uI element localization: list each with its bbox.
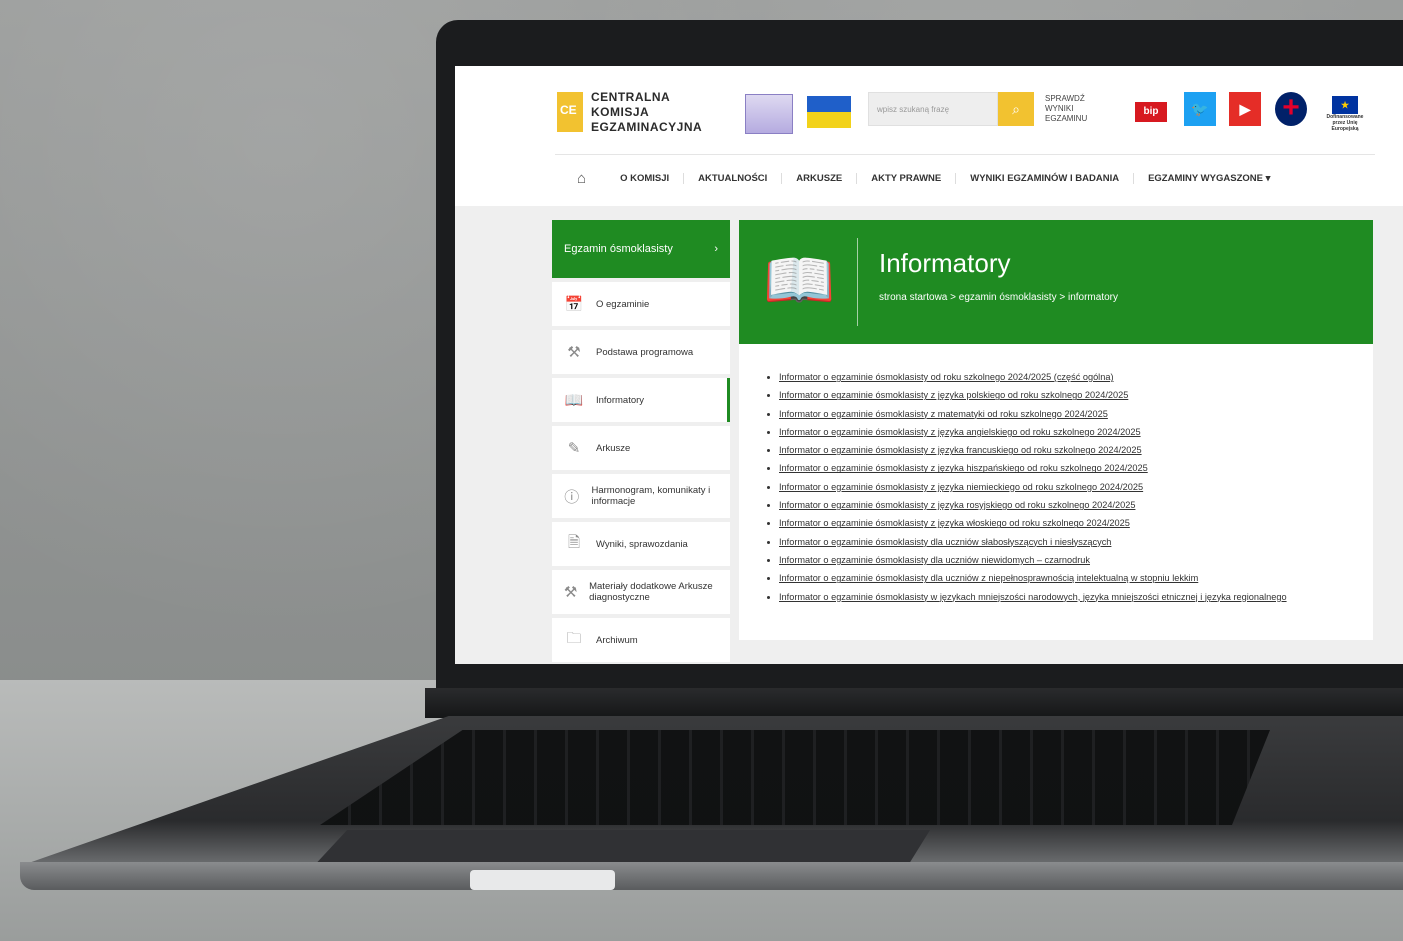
archive-icon: 🗀 (566, 629, 582, 647)
partner-badge-icon[interactable] (745, 94, 793, 134)
list-item[interactable]: Informator o egzaminie ósmoklasisty z ję… (779, 478, 1287, 496)
list-item[interactable]: Informator o egzaminie ósmoklasisty dla … (779, 533, 1287, 551)
sidebar-item-informatory[interactable]: 📖 Informatory (552, 378, 730, 422)
sidebar-item-o-egzaminie[interactable]: 📅 O egzaminie (552, 282, 730, 326)
list-item[interactable]: Informator o egzaminie ósmoklasisty w ję… (779, 588, 1287, 606)
list-item[interactable]: Informator o egzaminie ósmoklasisty dla … (779, 551, 1287, 569)
sidebar-item-harmonogram[interactable]: ⓘ Harmonogram, komunikaty i informacje (552, 474, 730, 518)
sidebar-item-podstawa[interactable]: ⚒ Podstawa programowa (552, 330, 730, 374)
edit-icon: ✎ (567, 440, 581, 457)
bip-icon[interactable]: bip (1135, 92, 1167, 126)
header-divider (555, 154, 1375, 155)
list-item[interactable]: Informator o egzaminie ósmoklasisty z ję… (779, 514, 1287, 532)
sidebar-item-arkusze[interactable]: ✎ Arkusze (552, 426, 730, 470)
list-item[interactable]: Informator o egzaminie ósmoklasisty z ję… (779, 423, 1287, 441)
tools-icon: ⚒ (563, 584, 578, 601)
list-item[interactable]: Informator o egzaminie ósmoklasisty z ję… (779, 459, 1287, 477)
site-logo-text[interactable]: CENTRALNA KOMISJA EGZAMINACYJNA (591, 90, 702, 135)
banner-divider (857, 238, 858, 326)
site-header: CENTRALNA KOMISJA EGZAMINACYJNA wpisz sz… (455, 66, 1403, 206)
search-button[interactable]: ⌕ (998, 92, 1034, 126)
list-item[interactable]: Informator o egzaminie ósmoklasisty z ję… (779, 496, 1287, 514)
sidebar-header[interactable]: Egzamin ósmoklasisty › (552, 220, 730, 278)
list-item[interactable]: Informator o egzaminie ósmoklasisty dla … (779, 569, 1287, 587)
nav-item-aktualnosci[interactable]: AKTUALNOŚCI (684, 173, 783, 184)
laptop-front-edge (20, 862, 1403, 890)
nav-item-egzaminy-wygaszone[interactable]: EGZAMINY WYGASZONE ▾ (1134, 173, 1284, 184)
list-item[interactable]: Informator o egzaminie ósmoklasisty z ma… (779, 405, 1287, 423)
breadcrumb[interactable]: strona startowa > egzamin ósmoklasisty >… (879, 292, 1118, 303)
book-icon: 📖 (564, 392, 584, 409)
list-item[interactable]: Informator o egzaminie ósmoklasisty od r… (779, 368, 1287, 386)
calendar-icon: 📅 (564, 296, 584, 313)
chevron-right-icon: › (714, 243, 718, 255)
laptop-keyboard (320, 730, 1270, 825)
sidebar-item-materialy[interactable]: ⚒ Materiały dodatkowe Arkusze diagnostyc… (552, 570, 730, 614)
info-icon: ⓘ (564, 488, 580, 506)
book-info-icon: 📖 (763, 248, 836, 313)
check-results-link[interactable]: SPRAWDŹ WYNIKI EGZAMINU (1045, 94, 1105, 124)
youtube-icon[interactable]: ▶ (1229, 92, 1261, 126)
eu-funding-icon[interactable]: ★ Dofinansowane przez Unię Europejską (1321, 92, 1369, 132)
main-content: 📖 Informatory strona startowa > egzamin … (739, 220, 1373, 640)
search-input[interactable]: wpisz szukaną frazę (868, 92, 998, 126)
nav-item-arkusze[interactable]: ARKUSZE (782, 173, 858, 184)
sidebar-item-archiwum[interactable]: 🗀 Archiwum (552, 618, 730, 662)
nav-item-akty-prawne[interactable]: AKTY PRAWNE (857, 173, 957, 184)
nav-item-o-komisji[interactable]: O KOMISJI (606, 173, 685, 184)
home-icon[interactable]: ⌂ (563, 170, 606, 187)
sidebar: Egzamin ósmoklasisty › 📅 O egzaminie ⚒ P… (552, 220, 730, 662)
english-language-icon[interactable] (1275, 92, 1307, 126)
tools-icon: ⚒ (567, 344, 581, 361)
page-title: Informatory (879, 248, 1011, 278)
twitter-icon[interactable]: 🐦 (1184, 92, 1216, 126)
laptop-hinge (425, 688, 1403, 718)
list-item[interactable]: Informator o egzaminie ósmoklasisty z ję… (779, 386, 1287, 404)
laptop-notch (470, 870, 615, 890)
nav-item-wyniki[interactable]: WYNIKI EGZAMINÓW I BADANIA (956, 173, 1135, 184)
main-nav: ⌂ O KOMISJI AKTUALNOŚCI ARKUSZE AKTY PRA… (563, 170, 1284, 187)
page-banner: 📖 Informatory strona startowa > egzamin … (739, 220, 1373, 344)
sidebar-item-wyniki[interactable]: 🗎 Wyniki, sprawozdania (552, 522, 730, 566)
list-item[interactable]: Informator o egzaminie ósmoklasisty z ję… (779, 441, 1287, 459)
cke-logo-icon[interactable] (557, 92, 583, 132)
document-icon: 🗎 (567, 533, 581, 551)
ukraine-flag-icon[interactable] (807, 96, 851, 128)
search-icon: ⌕ (1012, 101, 1020, 117)
laptop-screen: CENTRALNA KOMISJA EGZAMINACYJNA wpisz sz… (455, 66, 1403, 664)
informator-list: Informator o egzaminie ósmoklasisty od r… (765, 368, 1287, 606)
